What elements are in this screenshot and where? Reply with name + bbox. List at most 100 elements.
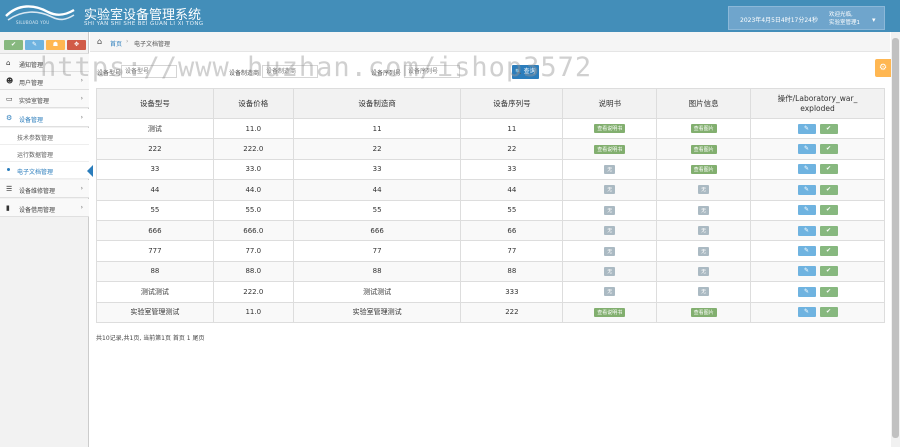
- edit-button[interactable]: ✎: [797, 246, 816, 257]
- cell-image: 查看图片: [656, 158, 752, 181]
- column-header: 设备价格: [212, 88, 294, 119]
- breadcrumb-separator: ›: [126, 38, 129, 45]
- list-icon: ☰: [6, 185, 13, 193]
- settings-gear-icon[interactable]: ⚙: [875, 59, 891, 77]
- column-header-actions: 操作/Laboratory_war_exploded: [750, 88, 885, 119]
- table-row: 666 666.0 666 66 无无 ✎ ✔: [96, 219, 885, 242]
- manual-badge[interactable]: 查看说明书: [594, 307, 626, 317]
- confirm-button[interactable]: ✔: [819, 266, 838, 277]
- sidebar-subitem-tech-params[interactable]: 技术参数管理: [0, 128, 89, 145]
- sidebar-item-borrow[interactable]: ▮ 设备借用管理 ›: [0, 199, 89, 217]
- table-row: 测试测试 222.0 测试测试 333 无无 ✎ ✔: [96, 281, 885, 303]
- cell-image: 无: [656, 219, 752, 242]
- chevron-down-icon: ›: [80, 204, 83, 211]
- pencil-icon[interactable]: ✎: [25, 40, 44, 50]
- cell-actions: ✎ ✔: [750, 260, 885, 283]
- manual-badge: 无: [604, 164, 616, 174]
- cell-maker: 测试测试: [292, 281, 462, 303]
- scrollbar-thumb[interactable]: [892, 38, 899, 438]
- scrollbar[interactable]: [891, 32, 900, 447]
- cell-manual: 无: [562, 199, 658, 221]
- cell-maker: 22: [292, 138, 462, 160]
- image-badge: 无: [698, 205, 710, 215]
- cell-manual: 查看说明书: [562, 301, 658, 323]
- cell-price: 33.0: [212, 158, 294, 181]
- sidebar-item-label: 设备维修管理: [19, 188, 56, 195]
- manual-badge[interactable]: 查看说明书: [594, 124, 626, 134]
- manual-badge[interactable]: 查看说明书: [594, 144, 626, 154]
- image-badge: 无: [698, 226, 710, 236]
- sidebar-item-equipment[interactable]: ⚙ 设备管理 ›: [0, 109, 89, 127]
- watermark-text: https://www.huzhan.com/ishop3572: [40, 52, 593, 83]
- manual-badge: 无: [604, 246, 616, 256]
- confirm-button[interactable]: ✔: [819, 225, 838, 236]
- cell-model: 777: [96, 240, 214, 262]
- confirm-button[interactable]: ✔: [819, 144, 838, 155]
- edit-button[interactable]: ✎: [797, 225, 816, 236]
- cell-price: 44.0: [212, 179, 294, 201]
- edit-button[interactable]: ✎: [797, 266, 816, 277]
- cell-manual: 无: [562, 240, 658, 262]
- cell-serial: 22: [460, 138, 564, 160]
- cogs-icon: ⚙: [6, 114, 13, 122]
- confirm-button[interactable]: ✔: [819, 184, 838, 195]
- edit-button[interactable]: ✎: [797, 307, 816, 318]
- sidebar-subitem-label: 电子文档管理: [17, 169, 54, 176]
- cell-serial: 222: [460, 301, 564, 323]
- edit-button[interactable]: ✎: [797, 164, 816, 175]
- image-badge[interactable]: 查看图片: [690, 307, 717, 317]
- signal-icon[interactable]: ✔: [4, 40, 23, 50]
- cell-serial: 88: [460, 260, 564, 283]
- cell-image: 查看图片: [656, 117, 752, 140]
- confirm-button[interactable]: ✔: [819, 307, 838, 318]
- table-header-row: 设备型号 设备价格 设备制造商 设备序列号 说明书 图片信息 操作/Labora…: [96, 88, 885, 119]
- bookmark-icon: ▮: [6, 204, 10, 212]
- image-badge[interactable]: 查看图片: [690, 144, 717, 154]
- cell-model: 88: [96, 260, 214, 283]
- table-row: 测试 11.0 11 11 查看说明书 查看图片 ✎ ✔: [96, 117, 885, 140]
- image-badge: 无: [698, 266, 710, 276]
- manual-badge: 无: [604, 266, 616, 276]
- cogs-icon[interactable]: ✥: [67, 40, 86, 50]
- sidebar: ✔ ✎ ☗ ✥ ⌂ 通知管理 ☻ 用户管理 › ▭ 实验室管理 › ⚙ 设备管理…: [0, 32, 93, 447]
- cell-image: 无: [656, 281, 752, 303]
- cell-actions: ✎ ✔: [750, 138, 885, 160]
- confirm-button[interactable]: ✔: [819, 205, 838, 216]
- breadcrumb-home-link[interactable]: 首页: [110, 39, 122, 48]
- cell-image: 查看图片: [656, 301, 752, 323]
- sidebar-item-labs[interactable]: ▭ 实验室管理 ›: [0, 90, 89, 108]
- confirm-button[interactable]: ✔: [819, 246, 838, 257]
- cell-actions: ✎ ✔: [750, 281, 885, 303]
- users-icon[interactable]: ☗: [46, 40, 65, 50]
- image-badge: 无: [698, 185, 710, 195]
- confirm-button[interactable]: ✔: [819, 123, 838, 134]
- confirm-button[interactable]: ✔: [819, 164, 838, 175]
- users-icon: ☻: [6, 77, 14, 85]
- cell-price: 77.0: [212, 240, 294, 262]
- welcome-text: 欢迎光临, 实验室管理1: [829, 11, 860, 27]
- caret-down-icon[interactable]: ▾: [872, 16, 876, 24]
- cell-actions: ✎ ✔: [750, 219, 885, 242]
- cell-maker: 55: [292, 199, 462, 221]
- sidebar-subitem-e-docs[interactable]: 电子文档管理: [0, 162, 93, 179]
- image-badge: 无: [698, 287, 710, 297]
- sidebar-item-label: 设备管理: [19, 117, 44, 124]
- edit-button[interactable]: ✎: [797, 205, 816, 216]
- sidebar-item-label: 实验室管理: [19, 98, 50, 105]
- image-badge[interactable]: 查看图片: [690, 124, 717, 134]
- edit-button[interactable]: ✎: [797, 286, 816, 297]
- cell-manual: 查看说明书: [562, 138, 658, 160]
- user-menu[interactable]: 2023年4月5日4时17分24秒 欢迎光临, 实验室管理1 ▾: [728, 6, 885, 30]
- cell-price: 666.0: [212, 219, 294, 242]
- sidebar-item-repair[interactable]: ☰ 设备维修管理 ›: [0, 180, 89, 198]
- edit-button[interactable]: ✎: [797, 184, 816, 195]
- edit-button[interactable]: ✎: [797, 123, 816, 134]
- cell-maker: 44: [292, 179, 462, 201]
- image-badge[interactable]: 查看图片: [690, 164, 717, 174]
- edit-button[interactable]: ✎: [797, 144, 816, 155]
- sidebar-subitem-run-data[interactable]: 运行数据管理: [0, 145, 89, 162]
- cell-manual: 无: [562, 260, 658, 283]
- cell-actions: ✎ ✔: [750, 240, 885, 262]
- confirm-button[interactable]: ✔: [819, 286, 838, 297]
- top-navbar: SILUBOAD YOU 实验室设备管理系统 SHI YAN SHI SHE B…: [0, 0, 900, 32]
